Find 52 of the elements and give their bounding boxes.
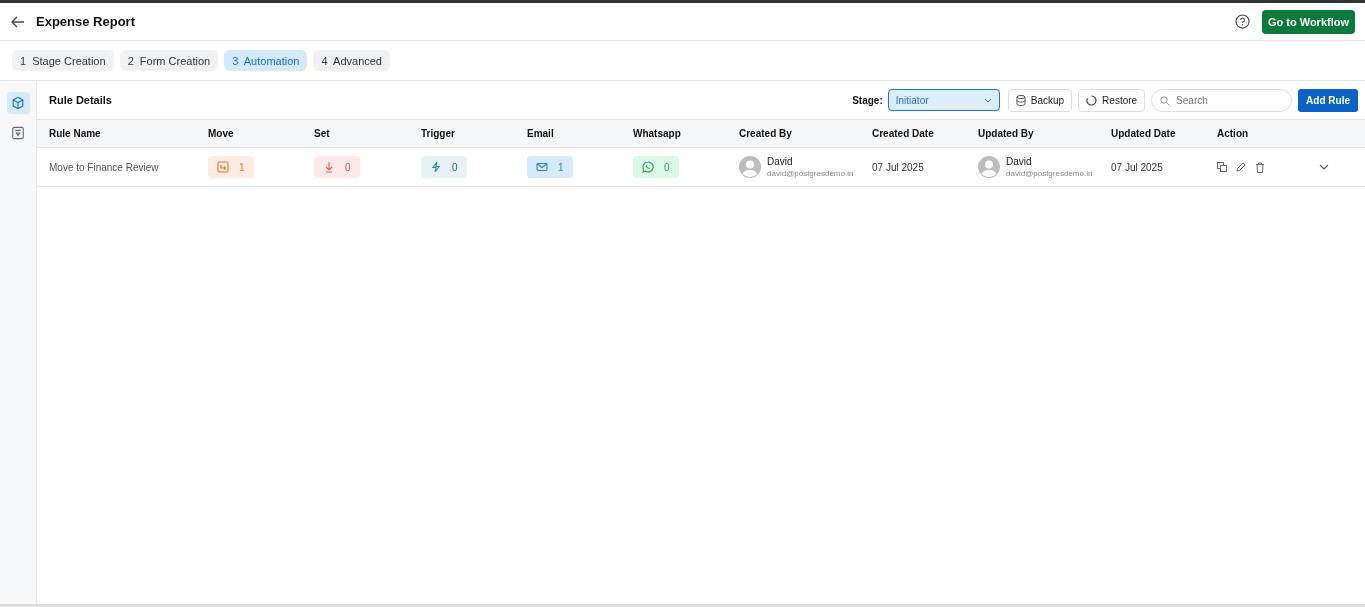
column-header: Trigger xyxy=(421,128,456,139)
page-title: Expense Report xyxy=(36,14,136,29)
step-tab[interactable]: 1 Stage Creation xyxy=(12,50,114,71)
user-name: David xyxy=(1006,156,1033,167)
restore-button[interactable]: Restore xyxy=(1078,88,1146,112)
column-header: Action xyxy=(1217,128,1250,139)
column-header: Email xyxy=(527,128,555,139)
lightning-icon xyxy=(430,161,442,173)
column-header: Whatsapp xyxy=(633,128,682,139)
add-rule-button[interactable]: Add Rule xyxy=(1298,88,1358,112)
trigger-count-badge: 0 xyxy=(421,156,467,178)
user-email: david@postgresdemo.in xyxy=(767,169,854,178)
chat-bubble-icon xyxy=(642,161,654,173)
down-arrow-icon xyxy=(323,161,335,173)
step-tab[interactable]: 4 Advanced xyxy=(313,50,390,71)
avatar-icon xyxy=(739,156,761,178)
column-header: Updated Date xyxy=(1111,128,1177,139)
column-header: Move xyxy=(208,128,235,139)
chevron-down-icon[interactable] xyxy=(1319,164,1329,170)
avatar-icon xyxy=(978,156,1000,178)
column-header: Created By xyxy=(739,128,793,139)
user-name: David xyxy=(767,156,794,167)
column-header: Updated By xyxy=(978,128,1035,139)
envelope-icon xyxy=(536,161,548,173)
database-icon xyxy=(1015,94,1026,106)
chevron-down-icon xyxy=(983,97,992,103)
redirect-icon xyxy=(217,161,229,173)
copy-icon[interactable] xyxy=(1217,162,1227,172)
go-to-workflow-button[interactable]: Go to Workflow xyxy=(1261,9,1355,34)
cube-icon[interactable] xyxy=(6,92,30,114)
stage-label: Stage: xyxy=(852,94,883,106)
created-date: 07 Jul 2025 xyxy=(872,161,925,173)
column-header: Created Date xyxy=(872,128,935,139)
stage-dropdown[interactable]: Initiator xyxy=(887,89,1000,111)
edit-icon[interactable] xyxy=(1236,162,1246,172)
back-arrow-icon[interactable] xyxy=(11,15,25,28)
column-header: Rule Name xyxy=(49,128,102,139)
move-count-badge: 1 xyxy=(208,156,254,178)
delete-icon[interactable] xyxy=(1255,161,1265,173)
step-tab[interactable]: 3 Automation xyxy=(224,50,308,71)
updated-date: 07 Jul 2025 xyxy=(1111,161,1164,173)
user-email: david@postgresdemo.in xyxy=(1006,169,1093,178)
help-icon[interactable] xyxy=(1234,14,1250,29)
rule-name[interactable]: Move to Finance Review xyxy=(49,161,208,173)
section-title: Rule Details xyxy=(49,94,113,106)
step-tab[interactable]: 2 Form Creation xyxy=(119,50,219,71)
set-count-badge: 0 xyxy=(314,156,360,178)
backup-button[interactable]: Backup xyxy=(1007,88,1073,112)
column-header: Set xyxy=(314,128,331,139)
whatsapp-count-badge: 0 xyxy=(633,156,679,178)
search-field[interactable]: Search xyxy=(1151,88,1293,112)
email-count-badge: 1 xyxy=(527,156,573,178)
